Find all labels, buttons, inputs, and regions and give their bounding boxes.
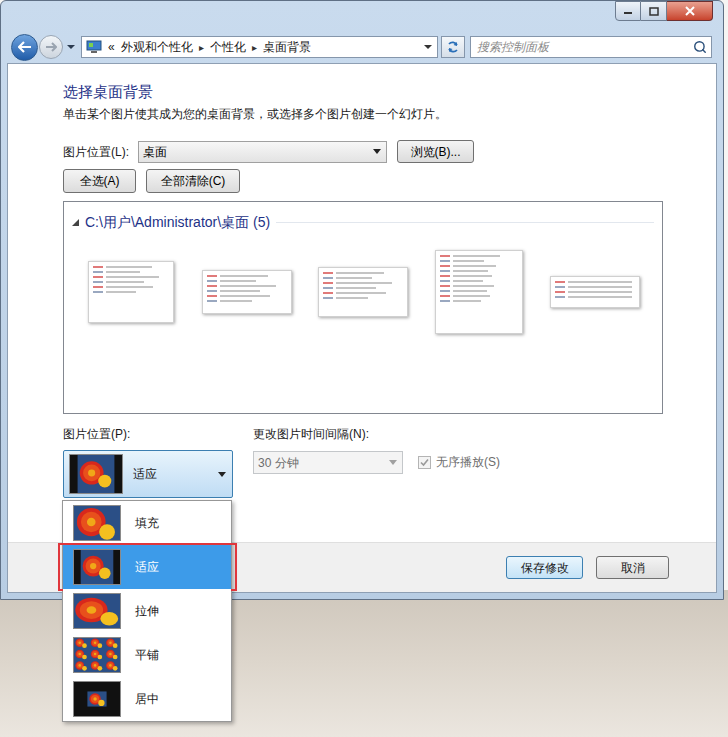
selection-highlight-box bbox=[58, 543, 237, 591]
forward-button[interactable] bbox=[39, 35, 63, 59]
address-overflow[interactable]: « bbox=[108, 38, 115, 56]
group-title: C:\用户\Administrator\桌面 (5) bbox=[85, 212, 270, 233]
position-value: 适应 bbox=[133, 465, 218, 483]
selection-buttons: 全选(A) 全部清除(C) bbox=[63, 169, 716, 193]
search-placeholder: 搜索控制面板 bbox=[477, 38, 693, 56]
save-button[interactable]: 保存修改 bbox=[506, 556, 583, 579]
picture-location-select[interactable]: 桌面 bbox=[138, 141, 387, 163]
wallpaper-thumbnail[interactable] bbox=[88, 261, 174, 323]
close-button[interactable] bbox=[667, 1, 713, 21]
position-label: 图片位置(P): bbox=[63, 427, 253, 441]
maximize-icon bbox=[649, 7, 659, 16]
page-description: 单击某个图片使其成为您的桌面背景，或选择多个图片创建一个幻灯片。 bbox=[63, 106, 716, 122]
desktop: « 外观和个性化 ▸ 个性化 ▸ 桌面背景 搜索控制面板选择桌面背景单击某个图片使其成为您的… bbox=[0, 0, 728, 737]
history-dropdown-icon[interactable] bbox=[66, 43, 76, 51]
address-bar[interactable]: « 外观和个性化 ▸ 个性化 ▸ 桌面背景 bbox=[81, 36, 438, 58]
breadcrumb-item[interactable]: 外观和个性化 bbox=[121, 38, 193, 56]
position-option[interactable]: 适应 bbox=[63, 545, 231, 589]
check-icon bbox=[420, 458, 429, 467]
minimize-icon bbox=[623, 7, 633, 15]
fit-mode-icon bbox=[73, 549, 121, 585]
breadcrumb-item[interactable]: 桌面背景 bbox=[263, 38, 311, 56]
search-box[interactable]: 搜索控制面板 bbox=[470, 36, 712, 58]
expanded-triangle-icon bbox=[72, 219, 79, 226]
address-dropdown-icon[interactable] bbox=[423, 43, 433, 51]
wallpaper-list: C:\用户\Administrator\桌面 (5) bbox=[63, 201, 663, 414]
maximize-button[interactable] bbox=[641, 1, 667, 21]
control-panel-icon bbox=[86, 40, 102, 54]
position-option[interactable]: 平铺 bbox=[63, 633, 231, 677]
search-icon bbox=[693, 40, 707, 54]
close-icon bbox=[684, 6, 696, 16]
stretch-mode-icon bbox=[73, 593, 121, 629]
refresh-button[interactable] bbox=[441, 36, 465, 58]
shuffle-label: 无序播放(S) bbox=[436, 453, 500, 471]
interval-label: 更改图片时间间隔(N): bbox=[253, 427, 369, 441]
position-dropdown[interactable]: 适应 bbox=[63, 450, 233, 498]
title-bar bbox=[7, 1, 717, 31]
select-all-button[interactable]: 全选(A) bbox=[63, 169, 136, 193]
wallpaper-thumbnail[interactable] bbox=[550, 276, 640, 308]
dropdown-arrow-icon bbox=[389, 460, 397, 465]
minimize-button[interactable] bbox=[615, 1, 641, 21]
back-arrow-icon bbox=[18, 41, 32, 53]
picture-location-row: 图片位置(L):桌面浏览(B)... bbox=[63, 140, 716, 163]
wallpaper-thumbnail[interactable] bbox=[202, 270, 292, 314]
page-heading: 选择桌面背景 bbox=[63, 82, 716, 102]
interval-select: 30 分钟 bbox=[253, 451, 403, 474]
wallpaper-thumbnail[interactable] bbox=[318, 267, 408, 317]
tile-mode-icon bbox=[73, 637, 121, 673]
options-labels: 图片位置(P):更改图片时间间隔(N): bbox=[63, 427, 716, 441]
wallpaper-thumbnail[interactable] bbox=[435, 250, 523, 334]
position-option[interactable]: 拉伸 bbox=[63, 589, 231, 633]
dropdown-arrow-icon bbox=[373, 149, 381, 154]
back-button[interactable] bbox=[11, 34, 38, 61]
refresh-icon bbox=[446, 40, 460, 54]
breadcrumb-separator[interactable]: ▸ bbox=[199, 40, 204, 55]
fill-mode-icon bbox=[73, 505, 121, 541]
breadcrumb-separator[interactable]: ▸ bbox=[252, 40, 257, 55]
center-mode-icon bbox=[73, 681, 121, 717]
position-menu: 填充适应拉伸平铺居中 bbox=[62, 500, 232, 722]
position-option[interactable]: 居中 bbox=[63, 677, 231, 721]
dropdown-arrow-icon bbox=[218, 472, 226, 477]
forward-arrow-icon bbox=[45, 42, 57, 52]
clear-all-button[interactable]: 全部清除(C) bbox=[146, 169, 240, 193]
position-option[interactable]: 填充 bbox=[63, 501, 231, 545]
cancel-button[interactable]: 取消 bbox=[596, 556, 669, 579]
thumbnail-row bbox=[64, 247, 662, 337]
picture-location-label: 图片位置(L): bbox=[63, 143, 138, 161]
breadcrumb-item[interactable]: 个性化 bbox=[210, 38, 246, 56]
group-header[interactable]: C:\用户\Administrator\桌面 (5) bbox=[72, 212, 654, 233]
browse-button[interactable]: 浏览(B)... bbox=[397, 140, 474, 163]
options-row: 适应 30 分钟 无序播放(S) bbox=[63, 450, 716, 498]
fit-mode-icon bbox=[69, 454, 123, 494]
shuffle-checkbox: 无序播放(S) bbox=[418, 453, 500, 471]
navigation-bar: « 外观和个性化 ▸ 个性化 ▸ 桌面背景 搜索控制面板 bbox=[7, 31, 717, 63]
